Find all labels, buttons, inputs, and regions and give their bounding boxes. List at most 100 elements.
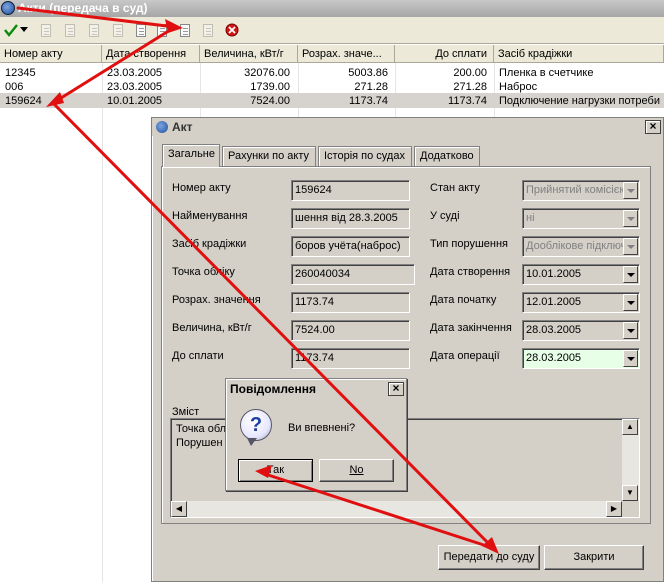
print-icon[interactable]	[133, 21, 149, 39]
cell-act-number: 159624	[5, 95, 42, 107]
memo-line: Порушен	[176, 437, 223, 449]
label-name: Найменування	[172, 210, 248, 222]
combo-date-end[interactable]: 28.03.2005	[522, 320, 640, 341]
combo-date-operation-value: 28.03.2005	[526, 352, 582, 364]
chevron-down-icon[interactable]	[623, 238, 638, 255]
delete-document-icon[interactable]	[110, 21, 126, 39]
message-box-title: Повідомлення	[230, 382, 316, 396]
combo-in-court[interactable]: ні	[522, 208, 640, 229]
combo-date-operation[interactable]: 28.03.2005	[522, 348, 640, 369]
label-date-start: Дата початку	[430, 294, 497, 306]
column-header-act-number[interactable]: Номер акту	[0, 45, 102, 63]
label-date-created: Дата створення	[430, 266, 511, 278]
cell-act-number: 006	[5, 81, 24, 93]
cell-amount: 7524.00	[250, 95, 290, 107]
grid-line	[102, 63, 103, 582]
combo-act-status[interactable]: Прийнятий комісією	[522, 180, 640, 201]
chevron-down-icon[interactable]	[623, 182, 638, 199]
apply-check-icon[interactable]	[3, 21, 19, 39]
chevron-down-icon[interactable]	[623, 210, 638, 227]
tab-court-history[interactable]: Історія по судах	[318, 146, 412, 166]
question-icon: ?	[240, 409, 272, 446]
field-act-number[interactable]: 159624	[291, 180, 410, 201]
application-window: Акти (передача в суд) Номер акту Дата ст…	[0, 0, 664, 582]
label-metering-point: Точка обліку	[172, 266, 235, 278]
yes-button[interactable]: Так	[238, 459, 313, 482]
combo-date-created[interactable]: 10.01.2005	[522, 264, 640, 285]
close-red-icon[interactable]	[224, 21, 240, 39]
cell-to-pay: 271.28	[453, 81, 487, 93]
chevron-down-icon[interactable]	[623, 294, 638, 311]
label-to-pay: До сплати	[172, 350, 224, 362]
send-to-court-button[interactable]: Передати до суду	[438, 545, 540, 570]
combo-date-start[interactable]: 12.01.2005	[522, 292, 640, 313]
field-metering-point[interactable]: 260040034	[291, 264, 415, 285]
column-header-amount-kwh[interactable]: Величина, кВт/г	[200, 45, 298, 63]
cell-calc-value: 5003.86	[348, 67, 388, 79]
no-button[interactable]: No	[319, 459, 394, 482]
dialog-close-button[interactable]: ×	[645, 120, 661, 134]
field-amount-kwh[interactable]: 7524.00	[291, 320, 410, 341]
chevron-down-icon[interactable]	[19, 21, 29, 39]
properties-icon[interactable]	[200, 21, 216, 39]
label-amount-kwh: Величина, кВт/г	[172, 322, 252, 334]
cell-theft-means: Подключение нагрузки потреби	[499, 95, 660, 107]
column-header-theft-means[interactable]: Засіб крадіжки	[494, 45, 664, 63]
column-header-to-pay[interactable]: До сплати	[395, 45, 494, 63]
close-button[interactable]: Закрити	[544, 545, 644, 570]
confirm-question-text: Ви впевнені?	[288, 422, 356, 434]
cell-date-created: 23.03.2005	[107, 67, 163, 79]
field-name[interactable]: шення від 28.3.2005	[291, 208, 410, 229]
cell-amount: 32076.00	[244, 67, 290, 79]
tab-additional[interactable]: Додатково	[414, 146, 480, 166]
combo-violation-type-value: Дооблікове підключ	[526, 240, 627, 252]
chevron-down-icon[interactable]	[623, 266, 638, 283]
scroll-down-icon[interactable]: ▼	[622, 485, 638, 501]
label-in-court: У суді	[430, 210, 460, 222]
message-box-close-button[interactable]: ×	[388, 382, 404, 396]
scroll-right-icon[interactable]: ▶	[606, 501, 622, 517]
column-header-calc-value[interactable]: Розрах. значе...	[298, 45, 395, 63]
export-icon[interactable]	[177, 21, 193, 39]
label-act-status: Стан акту	[430, 182, 480, 194]
tab-general[interactable]: Загальне	[162, 144, 220, 167]
column-header-date-created[interactable]: Дата створення	[102, 45, 200, 63]
cell-amount: 1739.00	[250, 81, 290, 93]
toolbar	[0, 17, 664, 44]
combo-date-end-value: 28.03.2005	[526, 324, 582, 336]
field-to-pay[interactable]: 1173.74	[291, 348, 410, 369]
field-calc-value[interactable]: 1173.74	[291, 292, 410, 313]
combo-in-court-value: ні	[526, 212, 535, 224]
cell-to-pay: 1173.74	[448, 95, 487, 107]
cell-date-created: 23.03.2005	[107, 81, 163, 93]
scroll-left-icon[interactable]: ◀	[171, 501, 187, 517]
message-box-titlebar[interactable]: Повідомлення	[227, 380, 405, 399]
cell-calc-value: 1173.74	[349, 95, 388, 107]
chevron-down-icon[interactable]	[623, 350, 638, 367]
field-theft-means[interactable]: боров учёта(наброс)	[291, 236, 410, 257]
label-date-operation: Дата операції	[430, 350, 500, 362]
horizontal-scrollbar[interactable]	[171, 501, 622, 517]
chevron-down-icon[interactable]	[623, 322, 638, 339]
cell-to-pay: 200.00	[453, 67, 487, 79]
main-window-title: Акти (передача в суд)	[0, 0, 664, 17]
main-window-title-text: Акти (передача в суд)	[18, 1, 148, 15]
new-document-icon[interactable]	[38, 21, 54, 39]
combo-violation-type[interactable]: Дооблікове підключ	[522, 236, 640, 257]
act-dialog-titlebar[interactable]: Акт	[152, 118, 663, 136]
act-dialog-title: Акт	[172, 120, 193, 134]
cell-date-created: 10.01.2005	[107, 95, 163, 107]
cell-theft-means: Пленка в счетчике	[499, 67, 594, 79]
scroll-up-icon[interactable]: ▲	[622, 419, 638, 435]
tab-invoices[interactable]: Рахунки по акту	[222, 146, 316, 166]
app-logo-icon	[1, 1, 15, 15]
combo-act-status-value: Прийнятий комісією	[526, 184, 628, 196]
cell-theft-means: Наброс	[499, 81, 538, 93]
confirm-message-box: Повідомлення × ? Ви впевнені? Так No	[225, 378, 407, 491]
refresh-icon[interactable]	[154, 21, 170, 39]
copy-document-icon[interactable]	[86, 21, 102, 39]
edit-document-icon[interactable]	[62, 21, 78, 39]
label-calc-value: Розрах. значення	[172, 294, 261, 306]
label-content: Зміст	[172, 406, 200, 418]
act-dialog: Акт × Загальне Рахунки по акту Історія п…	[151, 117, 664, 582]
